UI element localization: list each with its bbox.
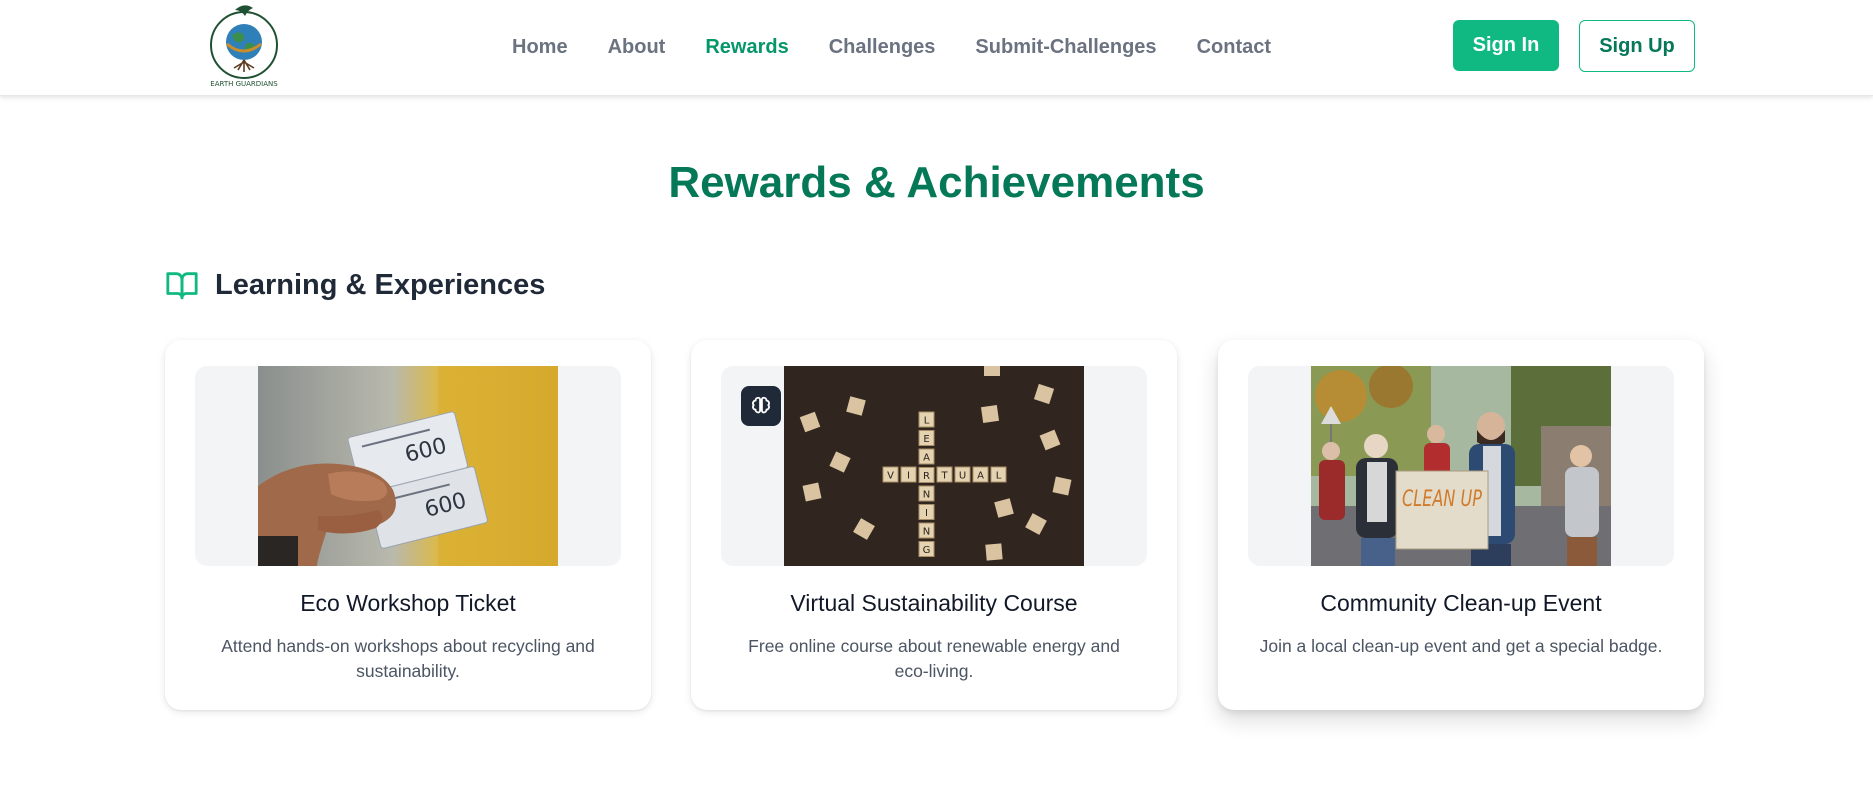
scrabble-letter: L xyxy=(924,416,930,427)
scrabble-letter: N xyxy=(923,527,930,538)
scrabble-letter: R xyxy=(923,471,930,482)
main-nav: Home About Rewards Challenges Submit-Cha… xyxy=(512,34,1311,60)
sign-in-button[interactable]: Sign In xyxy=(1453,20,1559,71)
brain-icon xyxy=(752,396,770,414)
nav-submit-challenges[interactable]: Submit-Challenges xyxy=(975,34,1156,60)
reward-card-cleanup-event[interactable]: CLEAN UP Community Clean-up Event Join a… xyxy=(1218,340,1704,710)
scrabble-letter: E xyxy=(923,434,929,445)
nav-contact[interactable]: Contact xyxy=(1197,34,1271,60)
card-description: Join a local clean-up event and get a sp… xyxy=(1259,636,1663,656)
card-title: Virtual Sustainability Course xyxy=(790,590,1078,616)
section-header: Learning & Experiences xyxy=(165,268,545,302)
nav-challenges[interactable]: Challenges xyxy=(829,34,936,60)
card-media: CLEAN UP xyxy=(1248,366,1674,566)
earth-guardians-logo[interactable]: EARTH GUARDIANS xyxy=(205,0,283,92)
scrabble-letter: G xyxy=(923,545,931,556)
reward-card-eco-workshop[interactable]: 600 600 Eco Workshop Ticket Attend hands… xyxy=(165,340,651,710)
reward-card-virtual-course[interactable]: LEARNING VITUAL Virtual Sustainability C… xyxy=(691,340,1177,710)
scrabble-letter: A xyxy=(923,453,930,464)
brain-badge xyxy=(741,386,781,426)
card-description: Attend hands-on workshops about recyclin… xyxy=(221,636,595,681)
nav-home[interactable]: Home xyxy=(512,34,568,60)
globe-logo-icon: EARTH GUARDIANS xyxy=(210,5,278,88)
card-media: LEARNING VITUAL xyxy=(721,366,1147,566)
scrabble-letter: I xyxy=(907,471,910,482)
card-media: 600 600 xyxy=(195,366,621,566)
top-navbar: EARTH GUARDIANS Home About Rewards Chall… xyxy=(0,0,1873,96)
cleanup-photo: CLEAN UP xyxy=(1311,366,1611,566)
scrabble-letter: A xyxy=(977,471,984,482)
book-open-icon xyxy=(166,272,198,300)
tickets-photo: 600 600 xyxy=(258,366,558,566)
scrabble-letter: T xyxy=(940,471,948,482)
scrabble-letter: L xyxy=(996,471,1002,482)
card-title: Eco Workshop Ticket xyxy=(300,590,516,616)
scrabble-letter: V xyxy=(887,471,894,482)
card-description: Free online course about renewable energ… xyxy=(748,636,1120,681)
scrabble-letter: I xyxy=(925,508,928,519)
page-title: Rewards & Achievements xyxy=(668,158,1205,207)
logo-text: EARTH GUARDIANS xyxy=(210,80,278,88)
scrabble-letter: U xyxy=(959,471,966,482)
sign-up-button[interactable]: Sign Up xyxy=(1579,20,1695,72)
section-title: Learning & Experiences xyxy=(215,268,546,301)
nav-rewards[interactable]: Rewards xyxy=(705,34,788,60)
nav-about[interactable]: About xyxy=(608,34,666,60)
svg-text:CLEAN UP: CLEAN UP xyxy=(1402,487,1483,512)
card-title: Community Clean-up Event xyxy=(1320,590,1602,616)
scrabble-letter: N xyxy=(923,490,930,501)
scrabble-photo: LEARNING VITUAL xyxy=(784,366,1084,566)
